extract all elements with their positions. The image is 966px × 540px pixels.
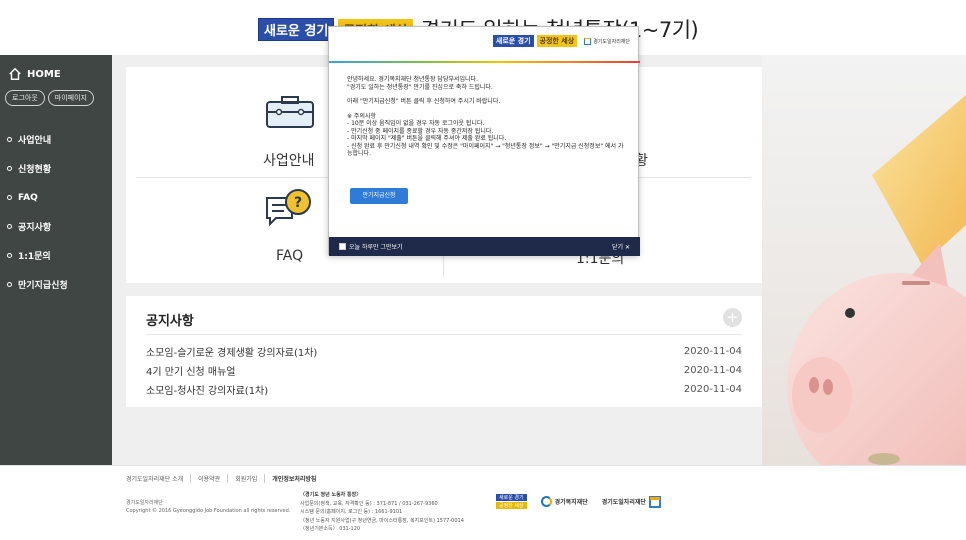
job-foundation-icon xyxy=(584,37,592,45)
footer-copyright: Copyright © 2016 Gyeonggido Job Foundati… xyxy=(126,508,291,514)
bullet-icon xyxy=(7,224,12,229)
sidebar-item-faq[interactable]: FAQ xyxy=(7,183,68,212)
notice-item-date: 2020-11-04 xyxy=(683,346,742,357)
footer-logos: 새로운 경기 공정한 세상 경기복지재단 경기도일자리재단 xyxy=(496,494,661,509)
divider xyxy=(146,334,742,335)
sidebar-item-label: 만기지급신청 xyxy=(18,281,68,291)
maturity-apply-button[interactable]: 만기지급신청 xyxy=(350,188,408,204)
popup-note: - 신청 완료 후 만기신청 내역 확인 및 수정은 "마이페이지" → "청년… xyxy=(347,142,624,158)
checkbox-icon xyxy=(339,243,346,250)
popup-header: 새로운 경기 공정한 세상 경기도일자리재단 xyxy=(329,27,640,61)
popup-greeting: "경기도 일하는 청년통장" 만기를 진심으로 축하 드립니다. xyxy=(347,83,493,91)
notice-item-date: 2020-11-04 xyxy=(683,384,742,395)
notice-item-title[interactable]: 소모임-슬기로운 경제생활 강의자료(1차) xyxy=(146,344,317,359)
popup-instruction: 아래 "만기지급신청" 버튼 클릭 후 신청하여 주시기 바랍니다. xyxy=(347,98,501,105)
footer-org-name: 경기도일자리재단 xyxy=(126,500,163,506)
bullet-icon xyxy=(7,137,12,142)
bullet-icon xyxy=(7,166,12,171)
footer-logo-badge-gyeonggi: 새로운 경기 xyxy=(496,494,527,501)
popup-badge-gyeonggi: 새로운 경기 xyxy=(492,35,534,47)
piggy-bank-icon xyxy=(762,55,966,465)
popup-footer: 오늘 하루만 그만보기 닫기 ✕ xyxy=(329,237,640,256)
notice-item[interactable]: 4기 만기 신청 매뉴얼 2020-11-04 xyxy=(146,361,742,380)
dont-show-today-label: 오늘 하루만 그만보기 xyxy=(349,244,403,251)
footer-link-privacy[interactable]: 개인정보처리방침 xyxy=(265,474,323,483)
popup-org-name: 경기도일자리재단 xyxy=(593,38,630,45)
footer-contact-line: 〈청년 노동자 지원사업(구 청년연금, 마이스터통장, 복지포인트) 1577… xyxy=(300,517,464,524)
sidebar-item-business[interactable]: 사업안내 xyxy=(7,125,68,154)
footer-logo-job-label: 경기도일자리재단 xyxy=(601,499,646,506)
banner-badge-gyeonggi: 새로운 경기 xyxy=(258,17,335,41)
footer-logo-welfare[interactable]: 경기복지재단 xyxy=(540,496,588,507)
home-link[interactable]: HOME xyxy=(8,67,61,81)
sidebar-item-label: 신청현황 xyxy=(18,165,52,175)
briefcase-icon xyxy=(266,96,314,128)
service-faq-label[interactable]: FAQ xyxy=(276,248,303,264)
more-notices-button[interactable]: + xyxy=(723,308,742,327)
popup-badge-fair: 공정한 세상 xyxy=(536,35,578,47)
rainbow-stripe xyxy=(329,61,640,63)
sidebar-item-label: FAQ xyxy=(18,192,38,203)
footer-link-about[interactable]: 경기도일자리재단 소개 xyxy=(126,474,192,483)
notice-item-title[interactable]: 4기 만기 신청 매뉴얼 xyxy=(146,363,236,378)
footer-links: 경기도일자리재단 소개 이용약관 회원가입 개인정보처리방침 xyxy=(126,474,323,483)
welfare-foundation-icon xyxy=(540,496,552,507)
faq-bubble-icon: ? xyxy=(266,189,311,227)
notice-item-date: 2020-11-04 xyxy=(683,365,742,376)
footer-contact-line: 사업문의(정책, 교육, 자격확인 등) : 371-871 / 031-267… xyxy=(300,500,438,507)
logout-button[interactable]: 로그아웃 xyxy=(5,90,45,106)
footer-logo-gyeonggi[interactable]: 새로운 경기 공정한 세상 xyxy=(496,494,527,509)
footer-logo-badge-fair: 공정한 세상 xyxy=(496,502,527,509)
sidebar-menu: 사업안내 신청현황 FAQ 공지사항 1:1문의 만기지급신청 xyxy=(7,125,68,299)
notice-item-title[interactable]: 소모임-청사진 강의자료(1차) xyxy=(146,382,268,397)
notice-title: 공지사항 xyxy=(146,314,194,329)
popup-note: - 만기신청 중 페이지를 종료할 경우 자동 중간저장 됩니다. xyxy=(347,127,494,135)
footer: 경기도일자리재단 소개 이용약관 회원가입 개인정보처리방침 경기도일자리재단 … xyxy=(0,465,966,540)
sidebar-item-label: 1:1문의 xyxy=(18,252,51,262)
sidebar: HOME 로그아웃 마이페이지 사업안내 신청현황 FAQ 공지사항 1:1문의… xyxy=(0,55,112,465)
popup-note: - 마지막 페이지 "제출" 버튼을 클릭해 주셔야 제출 완료 됩니다. xyxy=(347,135,507,142)
popup-close-button[interactable]: 닫기 ✕ xyxy=(612,242,630,251)
popup-note: - 10분 이상 움직임이 없을 경우 자동 로그아웃 됩니다. xyxy=(347,120,485,127)
bullet-icon xyxy=(7,195,12,200)
notice-item[interactable]: 소모임-슬기로운 경제생활 강의자료(1차) 2020-11-04 xyxy=(146,342,742,361)
footer-logo-welfare-label: 경기복지재단 xyxy=(554,499,588,506)
sidebar-item-status[interactable]: 신청현황 xyxy=(7,154,68,183)
footer-org: 경기도일자리재단 Copyright © 2016 Gyeonggido Job… xyxy=(126,499,290,515)
footer-contact-line: 시스템 문의(홈페이지, 로그인 등) : 1661-9101 xyxy=(300,509,403,515)
popup-org-logo: 경기도일자리재단 xyxy=(584,37,630,45)
sidebar-item-notices[interactable]: 공지사항 xyxy=(7,212,68,241)
sidebar-item-inquiry[interactable]: 1:1문의 xyxy=(7,241,68,270)
piggy-bank-illustration xyxy=(762,55,966,465)
footer-logo-job[interactable]: 경기도일자리재단 xyxy=(601,495,661,508)
maturity-popup: 새로운 경기 공정한 세상 경기도일자리재단 안녕하세요. 경기복지재단 청년통… xyxy=(328,26,640,256)
svg-text:?: ? xyxy=(294,195,302,211)
notice-item[interactable]: 소모임-청사진 강의자료(1차) 2020-11-04 xyxy=(146,380,742,399)
popup-body: 안녕하세요. 경기복지재단 청년통장 담당부서입니다. "경기도 일하는 청년통… xyxy=(347,76,627,158)
notice-panel: 공지사항 + 소모임-슬기로운 경제생활 강의자료(1차) 2020-11-04… xyxy=(126,296,762,407)
footer-contact-line: 〈청년기본소득〉 031-120 xyxy=(300,526,361,532)
notice-list: 소모임-슬기로운 경제생활 강의자료(1차) 2020-11-04 4기 만기 … xyxy=(146,342,742,399)
service-business-label[interactable]: 사업안내 xyxy=(263,150,315,170)
footer-link-signup[interactable]: 회원가입 xyxy=(228,474,266,483)
sidebar-item-label: 사업안내 xyxy=(18,136,52,146)
dont-show-today-checkbox[interactable]: 오늘 하루만 그만보기 xyxy=(339,242,403,251)
footer-link-terms[interactable]: 이용약관 xyxy=(191,474,229,483)
sidebar-item-maturity[interactable]: 만기지급신청 xyxy=(7,270,68,299)
home-icon xyxy=(9,67,21,80)
home-label: HOME xyxy=(27,68,61,80)
bullet-icon xyxy=(7,282,12,287)
popup-greeting: 안녕하세요. 경기복지재단 청년통장 담당부서입니다. xyxy=(347,76,478,83)
popup-logos: 새로운 경기 공정한 세상 경기도일자리재단 xyxy=(492,35,630,47)
job-foundation-icon xyxy=(648,495,661,508)
footer-contact: 〈경기도 청년 노동자 통장〉 사업문의(정책, 교육, 자격확인 등) : 3… xyxy=(300,491,464,534)
mypage-button[interactable]: 마이페이지 xyxy=(47,90,94,106)
footer-contact-heading: 〈경기도 청년 노동자 통장〉 xyxy=(300,492,362,498)
bullet-icon xyxy=(7,253,12,258)
sidebar-item-label: 공지사항 xyxy=(18,223,52,233)
popup-notes-title: ※ 주의사항 xyxy=(347,112,377,120)
